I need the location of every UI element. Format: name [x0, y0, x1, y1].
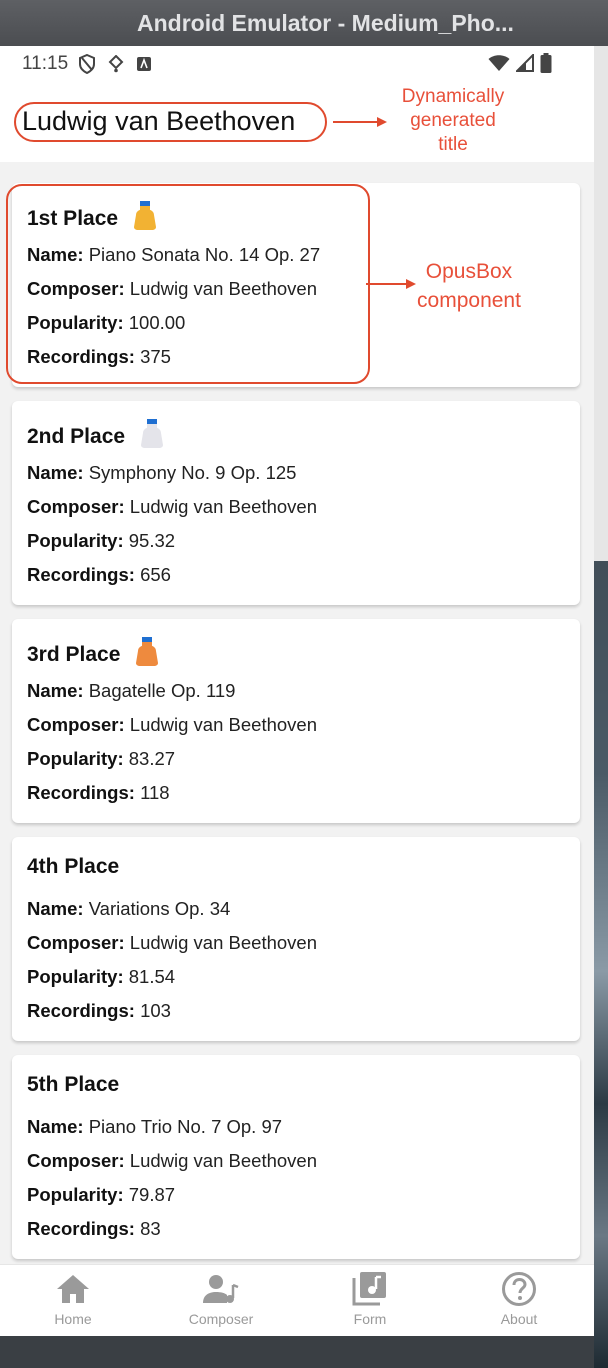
emulator-window-title: Android Emulator - Medium_Pho...: [0, 0, 608, 46]
opus-card: 5th Place Name: Piano Trio No. 7 Op. 97 …: [12, 1055, 580, 1259]
bronze-medal-icon: [134, 637, 160, 673]
opusbox-annotation-outline: [6, 184, 370, 384]
card-recordings-row: Recordings: 103: [27, 1000, 171, 1021]
opus-card: 4th Place Name: Variations Op. 34 Compos…: [12, 837, 580, 1041]
page-title: Ludwig van Beethoven: [22, 106, 296, 136]
shield-icon: [78, 54, 96, 74]
opusbox-annotation-text: OpusBox component: [417, 260, 521, 312]
composer-icon: [203, 1271, 239, 1307]
card-popularity-row: Popularity: 81.54: [27, 966, 176, 987]
nav-about[interactable]: About: [469, 1271, 569, 1333]
card-name-row: Name: Bagatelle Op. 119: [27, 680, 236, 701]
phone-screen: 11:15 Ludwig van Beethoven Dynamically g…: [0, 46, 594, 1336]
battery-icon: [540, 53, 552, 79]
opus-card: 3rd Place Name: Bagatelle Op. 119 Compos…: [12, 619, 580, 823]
home-icon: [55, 1271, 91, 1307]
status-bar: 11:15: [0, 46, 594, 82]
card-place: 4th Place: [27, 855, 120, 878]
accessibility-icon: [136, 56, 152, 72]
card-place: 5th Place: [27, 1073, 120, 1096]
card-recordings-row: Recordings: 656: [27, 564, 171, 585]
card-place: 3rd Place: [27, 637, 160, 673]
card-composer-row: Composer: Ludwig van Beethoven: [27, 496, 317, 517]
title-annotation-arrow: [333, 117, 387, 127]
silver-medal-icon: [139, 419, 165, 455]
desktop-background: [594, 46, 608, 1368]
bottom-navigation: Home Composer Form About: [0, 1264, 594, 1336]
title-annotation-text: Dynamically generated title: [401, 86, 505, 155]
card-name-row: Name: Piano Trio No. 7 Op. 97: [27, 1116, 283, 1137]
help-icon: [501, 1271, 537, 1307]
library-music-icon: [352, 1271, 388, 1307]
card-composer-row: Composer: Ludwig van Beethoven: [27, 714, 317, 735]
card-composer-row: Composer: Ludwig van Beethoven: [27, 1150, 317, 1171]
card-name-row: Name: Symphony No. 9 Op. 125: [27, 462, 297, 483]
card-recordings-row: Recordings: 118: [27, 782, 170, 803]
card-composer-row: Composer: Ludwig van Beethoven: [27, 932, 317, 953]
wifi-icon: [488, 54, 510, 78]
status-time: 11:15: [22, 53, 69, 74]
opus-card: 2nd Place Name: Symphony No. 9 Op. 125 C…: [12, 401, 580, 605]
nav-composer[interactable]: Composer: [171, 1271, 271, 1333]
card-place: 2nd Place: [27, 419, 165, 455]
card-recordings-row: Recordings: 83: [27, 1218, 161, 1239]
card-popularity-row: Popularity: 83.27: [27, 748, 176, 769]
card-popularity-row: Popularity: 79.87: [27, 1184, 176, 1205]
card-popularity-row: Popularity: 95.32: [27, 530, 176, 551]
signal-icon: [514, 52, 534, 78]
nav-form[interactable]: Form: [320, 1271, 420, 1333]
usb-debug-icon: [108, 55, 124, 73]
nav-home[interactable]: Home: [23, 1271, 123, 1333]
card-name-row: Name: Variations Op. 34: [27, 898, 231, 919]
